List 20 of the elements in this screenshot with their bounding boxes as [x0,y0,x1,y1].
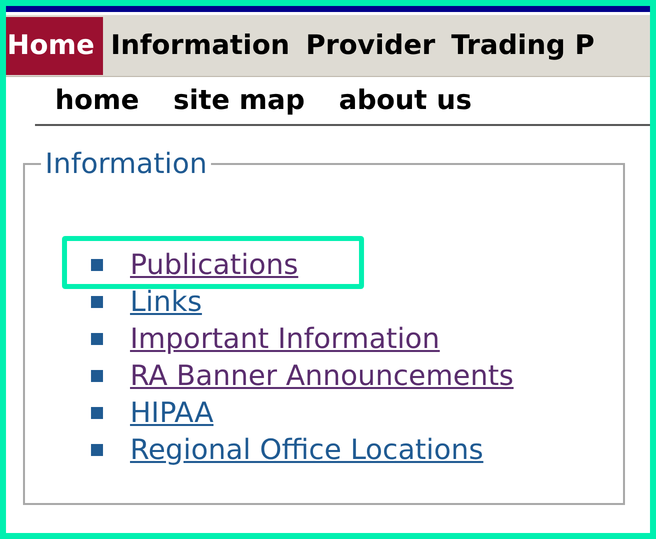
panel-legend: Information [41,150,212,178]
info-link[interactable]: Important Information [130,324,440,352]
sub-nav-link[interactable]: site map [173,87,305,114]
nav-tab[interactable]: Home [6,16,103,74]
bullet-icon [91,406,103,418]
info-link[interactable]: Publications [130,250,298,278]
sub-nav-link[interactable]: about us [338,87,472,114]
info-link[interactable]: Links [130,288,202,316]
bullet-icon [91,444,103,456]
bullet-icon [91,258,103,270]
nav-tab[interactable]: Provider [298,32,444,59]
info-link[interactable]: Regional Office Locations [130,436,484,464]
bullet-icon [91,332,103,344]
sub-nav-link[interactable]: home [55,87,140,114]
info-link[interactable]: HIPAA [130,398,214,426]
nav-tab[interactable]: Trading P [443,32,603,59]
bullet-icon [91,370,103,382]
bullet-icon [91,296,103,308]
info-link[interactable]: RA Banner Announcements [130,362,514,390]
nav-tab[interactable]: Information [102,32,298,59]
